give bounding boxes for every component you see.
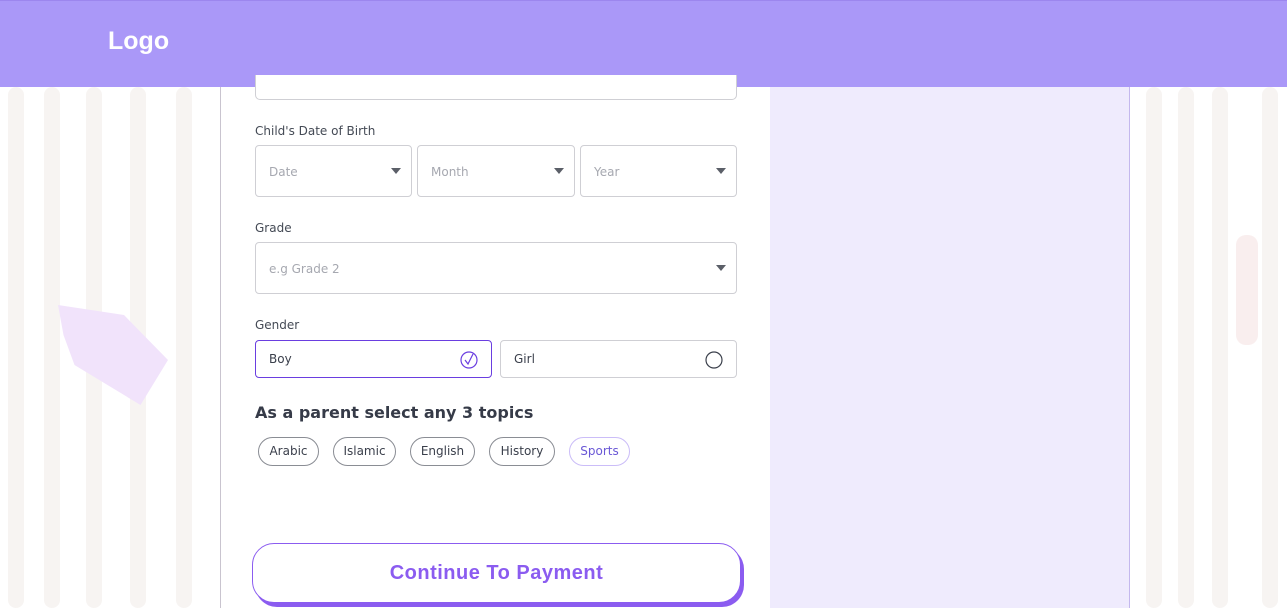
gender-option-boy[interactable]: Boy [255, 340, 492, 378]
topic-chip-history[interactable]: History [489, 437, 555, 466]
gender-option-label: Boy [269, 352, 292, 366]
topics-title: As a parent select any 3 topics [255, 403, 534, 422]
dob-label: Child's Date of Birth [255, 124, 376, 138]
date-select[interactable]: Date [255, 145, 412, 197]
grade-select[interactable]: e.g Grade 2 [255, 242, 737, 294]
logo[interactable]: Logo [108, 27, 169, 56]
grade-label: Grade [255, 221, 292, 235]
gender-label: Gender [255, 318, 300, 332]
year-placeholder: Year [594, 165, 620, 179]
gender-option-label: Girl [514, 352, 535, 366]
date-placeholder: Date [269, 165, 298, 179]
chevron-down-icon [716, 265, 726, 271]
top-header: Logo [0, 0, 1287, 87]
previous-input-field[interactable] [255, 75, 737, 100]
topic-chip-english[interactable]: English [410, 437, 475, 466]
gender-option-girl[interactable]: Girl [500, 340, 737, 378]
decorative-blob-right [1236, 235, 1258, 345]
empty-circle-icon [705, 351, 723, 369]
topic-chip-islamic[interactable]: Islamic [333, 437, 396, 466]
continue-to-payment-button[interactable]: Continue To Payment [252, 543, 741, 603]
side-panel [770, 87, 1130, 608]
topic-chip-sports[interactable]: Sports [569, 437, 630, 466]
month-placeholder: Month [431, 165, 469, 179]
month-select[interactable]: Month [417, 145, 575, 197]
year-select[interactable]: Year [580, 145, 737, 197]
checked-circle-icon [460, 351, 478, 369]
decorative-blob [58, 305, 168, 405]
grade-placeholder: e.g Grade 2 [269, 262, 340, 276]
topic-chip-arabic[interactable]: Arabic [258, 437, 319, 466]
chevron-down-icon [716, 168, 726, 174]
chevron-down-icon [554, 168, 564, 174]
registration-form: Child's Date of Birth Date Month Year Gr… [220, 75, 770, 608]
chevron-down-icon [391, 168, 401, 174]
